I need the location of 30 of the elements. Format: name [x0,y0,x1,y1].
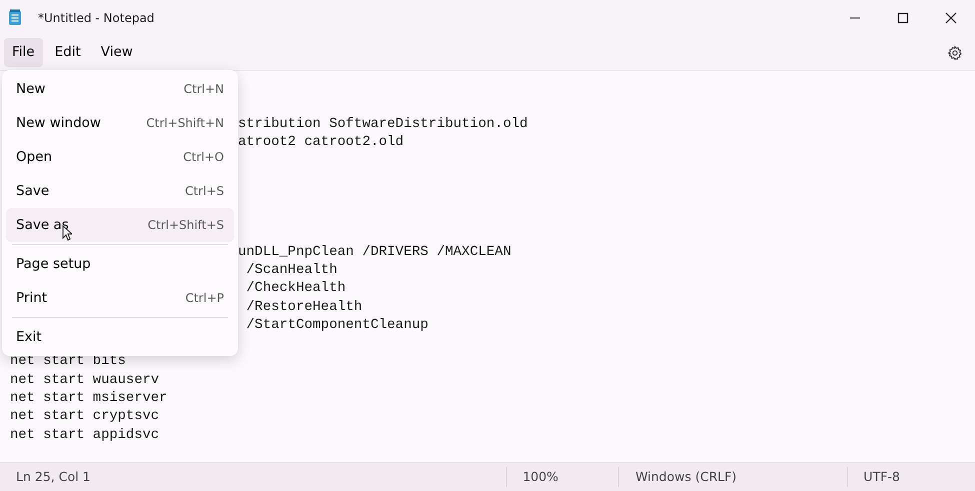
settings-icon[interactable] [947,44,963,60]
menu-item[interactable]: File [4,38,43,67]
text-line: stribution SoftwareDistribution.old [238,116,528,134]
text-line: unDLL_PnpClean /DRIVERS /MAXCLEAN [238,244,512,262]
text-line: /ScanHealth [245,262,338,280]
window-title: *Untitled - Notepad [38,10,156,26]
menu-item[interactable]: Print Ctrl+P [6,281,234,315]
menu-item[interactable]: Save Ctrl+S [6,174,234,208]
menu-item[interactable]: Exit [6,320,234,354]
menu-item[interactable]: Page setup [6,247,234,281]
zoom-level: 100% [522,468,558,486]
menu-item[interactable]: Edit [46,38,89,67]
cursor-position: Ln 25, Col 1 [16,468,90,486]
text-line: /StartComponentCleanup [245,316,428,335]
menu-item[interactable]: New Ctrl+N [6,72,234,106]
line-ending: Windows (CRLF) [635,468,737,486]
close-icon[interactable] [945,12,957,24]
text-line: /RestoreHealth [245,298,362,317]
text-line: net start msiserver [10,390,168,408]
menu-item[interactable]: Open Ctrl+O [6,140,234,174]
notepad-icon [8,9,22,26]
maximize-icon[interactable] [897,12,909,24]
text-line: net start cryptsvc [10,408,160,426]
menu-item[interactable]: View [92,38,141,67]
text-line: net start wuauserv [10,372,160,390]
text-line: atroot2 catroot2.old [238,134,404,152]
menu-item[interactable]: New window Ctrl+Shift+N [6,106,234,140]
text-line: net start appidsvc [10,426,160,445]
encoding: UTF-8 [864,468,900,486]
text-line: /CheckHealth [245,280,346,298]
